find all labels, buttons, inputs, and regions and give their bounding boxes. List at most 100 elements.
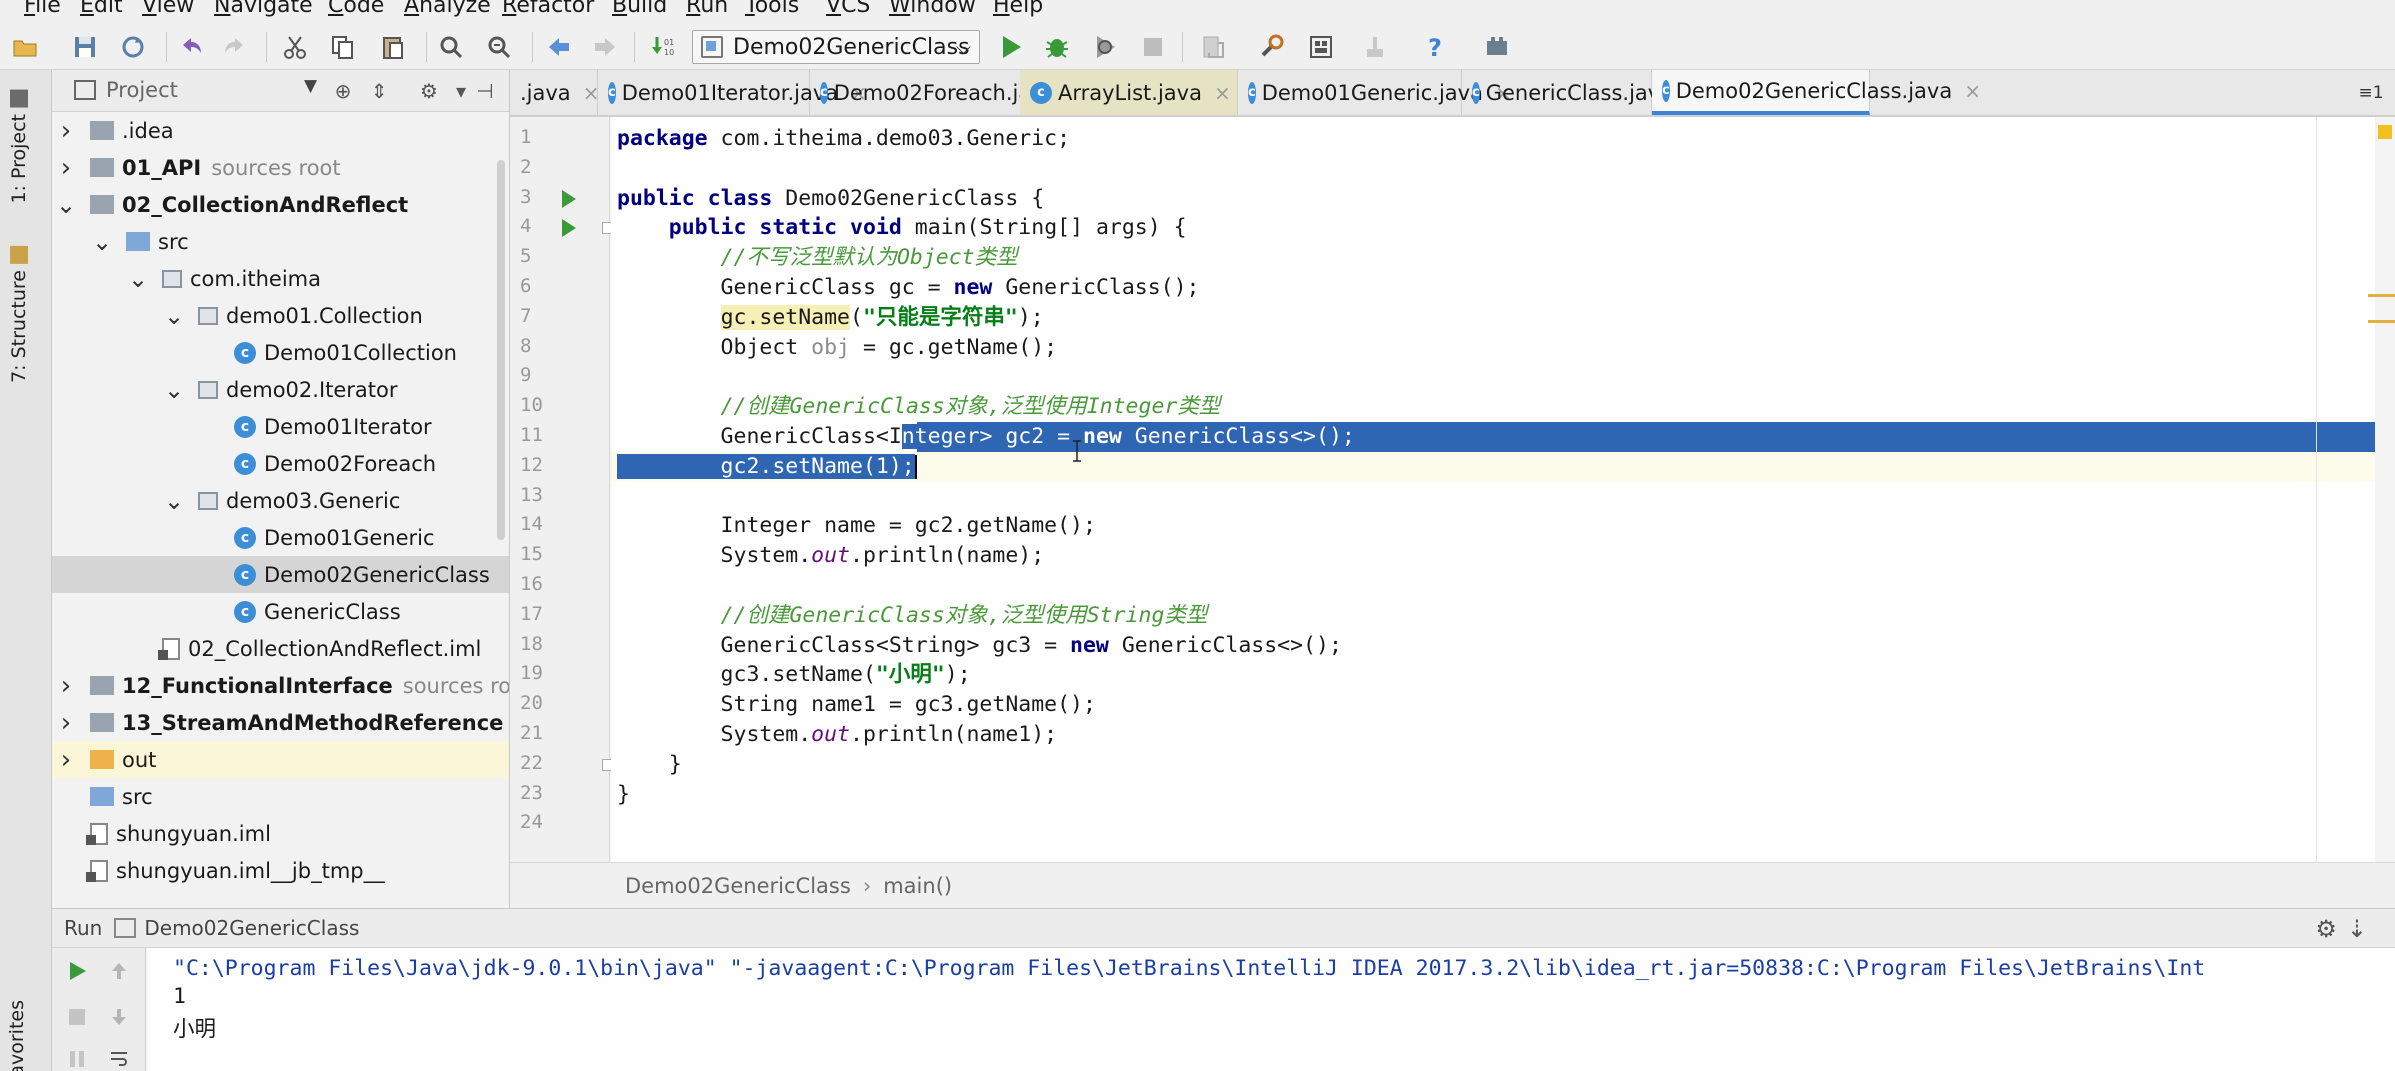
tree-item[interactable]: › 12_FunctionalInterface sources root <box>52 667 509 704</box>
run-panel-config[interactable]: Demo02GenericClass <box>144 916 359 940</box>
tree-item[interactable]: ⌄ demo02.Iterator <box>52 371 509 408</box>
code-line[interactable]: public class Demo02GenericClass { <box>611 184 2395 214</box>
editor-tab[interactable]: cGenericClass.java× <box>1462 70 1702 115</box>
redo-icon[interactable] <box>220 32 250 62</box>
code-line[interactable] <box>611 362 2395 392</box>
chevron-right-icon[interactable]: › <box>56 745 76 775</box>
editor-tab[interactable]: c ArrayList.java × <box>1020 70 1238 115</box>
code-line[interactable]: public static void main(String[] args) { <box>611 213 2395 243</box>
plugin-icon[interactable] <box>1482 32 1512 62</box>
run-configuration-dropdown[interactable]: Demo02GenericClass ⌵ <box>692 30 980 64</box>
chevron-down-icon[interactable]: ⌄ <box>128 265 148 293</box>
tree-item[interactable]: shungyuan.iml <box>52 815 509 852</box>
find-icon[interactable] <box>436 32 466 62</box>
paste-icon[interactable] <box>378 32 408 62</box>
code-line[interactable]: gc2.setName(1); <box>611 451 2395 482</box>
scroll-from-source-icon[interactable]: ⊕ <box>330 78 356 104</box>
close-icon[interactable]: × <box>1214 81 1231 105</box>
tree-item[interactable]: › out <box>52 741 509 778</box>
code-line[interactable]: gc3.setName("小明"); <box>611 660 2395 690</box>
chevron-down-icon[interactable]: ▼ <box>304 76 317 96</box>
collapse-all-icon[interactable]: ⇕ <box>366 78 392 104</box>
chevron-right-icon[interactable]: › <box>56 671 76 701</box>
menu-item-view[interactable]: View <box>142 0 194 20</box>
code-line[interactable]: } <box>611 780 2395 810</box>
menu-item-navigate[interactable]: Navigate <box>214 0 313 20</box>
tree-item[interactable]: ⌄ com.itheima <box>52 260 509 297</box>
tree-item[interactable]: › 01_API sources root <box>52 149 509 186</box>
menu-item-tools[interactable]: Tools <box>745 0 799 20</box>
code-line[interactable]: Integer name = gc2.getName(); <box>611 511 2395 541</box>
warning-marker[interactable] <box>2368 294 2395 297</box>
sdk-icon[interactable] <box>1360 32 1390 62</box>
tabs-menu-button[interactable]: ≡1 <box>2347 70 2395 115</box>
code-line[interactable] <box>611 571 2395 601</box>
run-class-gutter-icon[interactable] <box>562 189 576 208</box>
menu-item-edit[interactable]: Edit <box>80 0 123 20</box>
menu-item-refactor[interactable]: Refactor <box>502 0 594 20</box>
tree-item[interactable]: › 13_StreamAndMethodReference <box>52 704 509 741</box>
menu-item-analyze[interactable]: Analyze <box>404 0 491 20</box>
arrow-down-icon[interactable] <box>104 1002 134 1032</box>
chevron-down-icon[interactable]: ⌄ <box>164 302 184 330</box>
run-icon[interactable] <box>996 32 1026 62</box>
editor-tab[interactable]: c Demo01Iterator.java × <box>598 70 867 115</box>
inspection-status-icon[interactable] <box>2378 125 2392 139</box>
copy-icon[interactable] <box>328 32 358 62</box>
editor-tab[interactable]: .java × <box>510 70 599 115</box>
gear-icon[interactable]: ⚙ <box>416 78 442 104</box>
code-line[interactable]: } <box>611 750 2395 780</box>
back-icon[interactable] <box>544 32 574 62</box>
code-line[interactable]: GenericClass<Integer> gc2 = new GenericC… <box>611 422 2395 452</box>
code-editor[interactable]: package com.itheima.demo03.Generic; publi… <box>611 117 2395 862</box>
menu-item-build[interactable]: Build <box>612 0 667 20</box>
editor-tab[interactable]: c Demo02GenericClass.java × <box>1652 70 1981 115</box>
editor-tab[interactable]: cDemo02Foreach.java× <box>810 70 1085 115</box>
breadcrumb-method[interactable]: main() <box>883 874 952 898</box>
code-line[interactable]: System.out.println(name1); <box>611 720 2395 750</box>
tree-item[interactable]: ⌄ 02_CollectionAndReflect <box>52 186 509 223</box>
chevron-down-icon[interactable]: ⌄ <box>56 191 76 219</box>
code-line[interactable]: gc.setName("只能是字符串"); <box>611 303 2395 333</box>
open-icon[interactable] <box>10 32 40 62</box>
chevron-down-icon[interactable]: ▾ <box>448 78 474 104</box>
tree-item[interactable]: c GenericClass <box>52 593 509 630</box>
help-icon[interactable]: ? <box>1420 32 1450 62</box>
rerun-icon[interactable] <box>62 956 92 986</box>
vcs-icon[interactable] <box>1198 32 1228 62</box>
chevron-right-icon[interactable]: › <box>56 153 76 183</box>
tree-item[interactable]: c Demo01Collection <box>52 334 509 371</box>
code-line[interactable]: System.out.println(name); <box>611 541 2395 571</box>
project-panel-scrollbar[interactable] <box>497 160 505 540</box>
cut-icon[interactable] <box>280 32 310 62</box>
pause-icon[interactable] <box>62 1044 92 1071</box>
forward-icon[interactable] <box>590 32 620 62</box>
menu-item-window[interactable]: Window <box>889 0 976 20</box>
code-line[interactable]: GenericClass gc = new GenericClass(); <box>611 273 2395 303</box>
replace-icon[interactable] <box>484 32 514 62</box>
save-icon[interactable] <box>70 32 100 62</box>
stop-icon[interactable] <box>62 1002 92 1032</box>
undo-icon[interactable] <box>176 32 206 62</box>
settings-icon[interactable] <box>1256 32 1286 62</box>
tree-item[interactable]: c Demo02Foreach <box>52 445 509 482</box>
code-line[interactable] <box>611 809 2395 839</box>
chevron-down-icon[interactable]: ⌄ <box>92 228 112 256</box>
code-line[interactable]: package com.itheima.demo03.Generic; <box>611 124 2395 154</box>
menu-item-help[interactable]: Help <box>993 0 1043 20</box>
menu-item-code[interactable]: Code <box>328 0 384 20</box>
chevron-down-icon[interactable]: ⌄ <box>164 376 184 404</box>
project-structure-icon[interactable] <box>1306 32 1336 62</box>
tree-item[interactable]: src <box>52 778 509 815</box>
hide-panel-icon[interactable]: ⊣ <box>472 78 498 104</box>
tree-item[interactable]: › .idea <box>52 112 509 149</box>
tree-item[interactable]: shungyuan.iml__jb_tmp__ <box>52 852 509 889</box>
code-line[interactable]: Object obj = gc.getName(); <box>611 333 2395 363</box>
menu-item-run[interactable]: Run <box>686 0 728 20</box>
run-method-gutter-icon[interactable] <box>562 219 576 238</box>
close-icon[interactable]: × <box>1964 79 1981 103</box>
build-icon[interactable]: 01 10 <box>648 32 678 62</box>
tree-item[interactable]: c Demo02GenericClass <box>52 556 509 593</box>
structure-tool-tab[interactable]: 7: Structure <box>8 240 30 383</box>
soft-wrap-icon[interactable] <box>104 1044 134 1071</box>
